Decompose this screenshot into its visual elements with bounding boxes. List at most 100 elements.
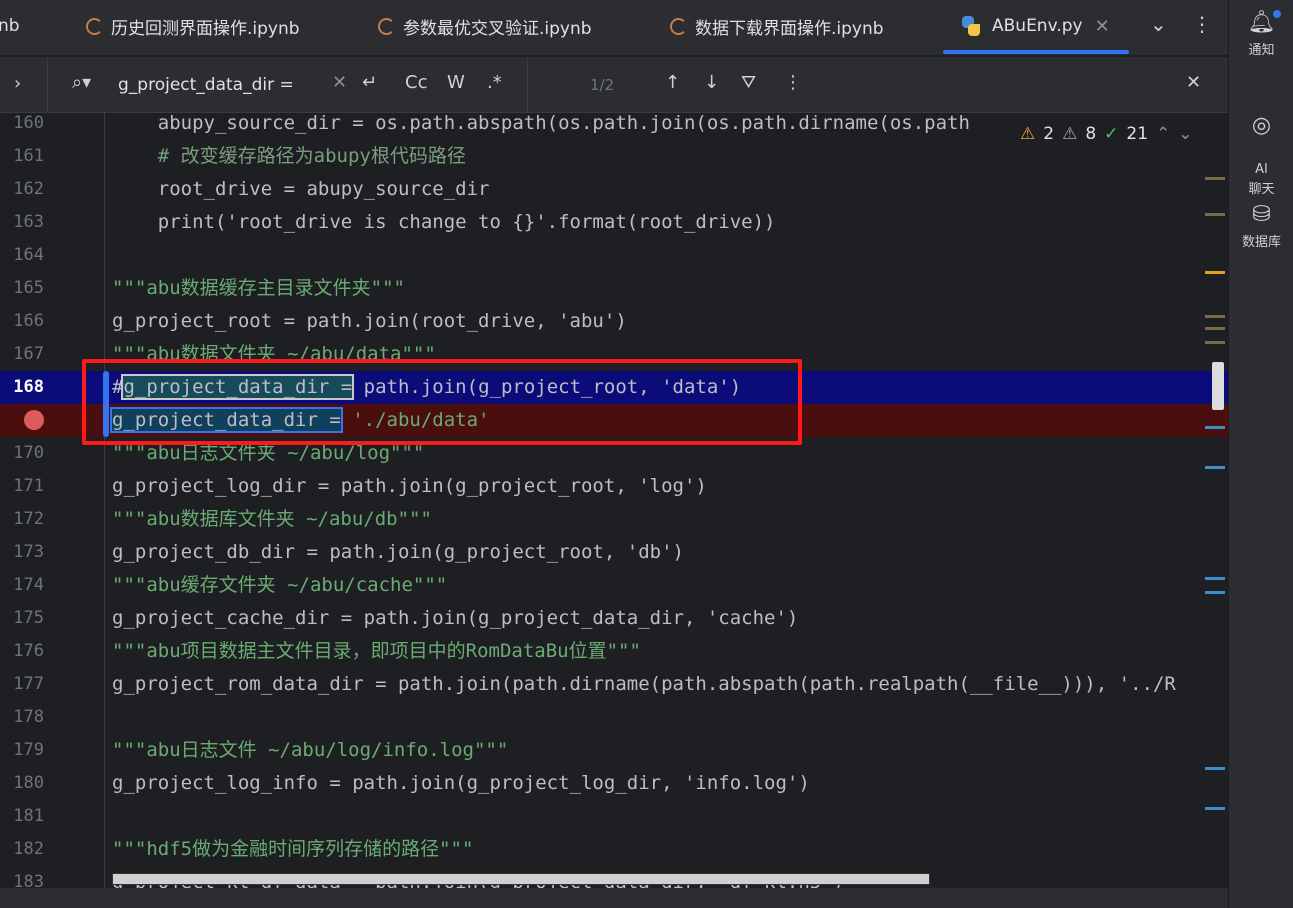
find-bar: › ⌕▾ ✕ ↵ Cc W .* 1/2 ↑ ↓ ⛛ ⋮ ✕ — [0, 57, 1228, 113]
line-number[interactable]: 175 — [0, 602, 44, 635]
code-line[interactable]: 181 — [0, 800, 1228, 833]
code-line[interactable]: 171 g_project_log_dir = path.join(g_proje… — [0, 470, 1228, 503]
tab-history-backtest[interactable]: 历史回测界面操作.ipynb — [86, 0, 300, 52]
line-number[interactable]: 164 — [0, 239, 44, 272]
code-text: root_drive = abupy_source_dir — [112, 178, 490, 200]
line-number[interactable]: 165 — [0, 272, 44, 305]
tab-label: ABuEnv.py — [992, 16, 1083, 36]
tab-label: 参数最优交叉验证.ipynb — [403, 18, 592, 39]
code-line[interactable]: 182 """hdf5做为金融时间序列存储的路径""" — [0, 833, 1228, 866]
line-number[interactable]: 178 — [0, 701, 44, 734]
expand-replace-icon[interactable]: › — [14, 73, 21, 94]
tab-nb[interactable]: nb — [0, 0, 20, 52]
bottom-bar — [0, 888, 1293, 908]
line-number[interactable]: 179 — [0, 734, 44, 767]
clear-search-icon[interactable]: ✕ — [332, 72, 347, 93]
line-number[interactable]: 181 — [0, 800, 44, 833]
notifications-button[interactable]: 🔔︎ 通知 — [1229, 10, 1293, 58]
line-number[interactable]: 176 — [0, 635, 44, 668]
search-input[interactable] — [118, 71, 318, 99]
line-number[interactable]: 160 — [0, 113, 44, 140]
more-options-icon[interactable]: ⋮ — [784, 72, 802, 93]
code-line[interactable]: 178 — [0, 701, 1228, 734]
code-text: """abu数据缓存主目录文件夹""" — [112, 277, 405, 299]
line-number[interactable]: 166 — [0, 305, 44, 338]
search-history-icon[interactable]: ⌕▾ — [72, 72, 91, 93]
code-line[interactable]: 162 root_drive = abupy_source_dir — [0, 173, 1228, 206]
code-line[interactable]: 175 g_project_cache_dir = path.join(g_pro… — [0, 602, 1228, 635]
code-line[interactable]: 163 print('root_drive is change to {}'.f… — [0, 206, 1228, 239]
code-line[interactable]: 180 g_project_log_info = path.join(g_proj… — [0, 767, 1228, 800]
line-number[interactable]: 180 — [0, 767, 44, 800]
code-line[interactable]: 176 """abu项目数据主文件目录，即项目中的RomDataBu位置""" — [0, 635, 1228, 668]
line-number[interactable]: 167 — [0, 338, 44, 371]
code-line[interactable]: 174 """abu缓存文件夹 ~/abu/cache""" — [0, 569, 1228, 602]
code-text: """hdf5做为金融时间序列存储的路径""" — [112, 838, 474, 860]
editor-tab-bar: nb 历史回测界面操作.ipynb 参数最优交叉验证.ipynb 数据下载界面操… — [0, 0, 1228, 56]
whole-words-toggle[interactable]: W — [447, 72, 465, 93]
code-editor[interactable]: 160 abupy_source_dir = os.path.abspath(o… — [0, 113, 1228, 888]
line-number[interactable]: 173 — [0, 536, 44, 569]
line-number[interactable]: 174 — [0, 569, 44, 602]
previous-match-icon[interactable]: ↑ — [665, 72, 680, 93]
code-line[interactable]: 165 """abu数据缓存主目录文件夹""" — [0, 272, 1228, 305]
line-number[interactable]: 183 — [0, 866, 44, 888]
tab-data-download[interactable]: 数据下载界面操作.ipynb — [670, 0, 884, 52]
line-number[interactable]: 161 — [0, 140, 44, 173]
tab-param-cross-validation[interactable]: 参数最优交叉验证.ipynb — [378, 0, 592, 52]
line-number[interactable]: 171 — [0, 470, 44, 503]
next-match-icon[interactable]: ↓ — [704, 72, 719, 93]
scroll-marker — [1205, 213, 1225, 216]
code-line[interactable]: 172 """abu数据库文件夹 ~/abu/db""" — [0, 503, 1228, 536]
tab-label: 数据下载界面操作.ipynb — [695, 18, 884, 39]
warning-icon: ⚠ — [1020, 124, 1036, 144]
rail-label: AI 聊天 — [1248, 162, 1275, 197]
horizontal-scrollbar[interactable] — [112, 873, 930, 885]
scroll-marker — [1205, 577, 1225, 580]
line-number[interactable]: 172 — [0, 503, 44, 536]
code-line[interactable]: 177 g_project_rom_data_dir = path.join(pa… — [0, 668, 1228, 701]
next-problem-icon[interactable]: ⌄ — [1178, 124, 1192, 144]
newline-icon[interactable]: ↵ — [362, 72, 377, 93]
rail-label: 通知 — [1248, 43, 1275, 58]
tab-label: nb — [0, 16, 20, 36]
scroll-marker — [1205, 177, 1225, 180]
code-text: g_project_log_info = path.join(g_project… — [112, 772, 810, 794]
previous-problem-icon[interactable]: ⌃ — [1156, 124, 1170, 144]
breakpoint-icon[interactable] — [24, 410, 44, 430]
line-number[interactable]: 163 — [0, 206, 44, 239]
code-text: # 改变缓存路径为abupy根代码路径 — [112, 145, 466, 167]
code-line[interactable]: 166 g_project_root = path.join(root_drive… — [0, 305, 1228, 338]
more-options-icon[interactable]: ⋮ — [1192, 12, 1212, 36]
ai-chat-button[interactable]: ◎ AI 聊天 — [1229, 96, 1293, 200]
line-number[interactable]: 170 — [0, 437, 44, 470]
filter-icon[interactable]: ⛛ — [741, 72, 756, 93]
inspection-widget[interactable]: ⚠ 2 ⚠ 8 ✓ 21 ⌃ ⌄ — [1014, 119, 1207, 149]
highlight-annotation-box — [82, 359, 802, 445]
typo-icon: ✓ — [1104, 124, 1119, 144]
line-number[interactable]: 168 — [0, 371, 44, 404]
close-tab-icon[interactable]: ✕ — [1095, 16, 1110, 37]
scroll-marker — [1205, 341, 1225, 344]
weak-warning-icon: ⚠ — [1062, 124, 1078, 144]
rail-label: 数据库 — [1241, 235, 1281, 250]
scroll-marker — [1205, 466, 1225, 469]
code-line[interactable]: 164 — [0, 239, 1228, 272]
code-line[interactable]: 179 """abu日志文件 ~/abu/log/info.log""" — [0, 734, 1228, 767]
match-case-toggle[interactable]: Cc — [405, 72, 427, 93]
line-number[interactable]: 177 — [0, 668, 44, 701]
chevron-down-icon[interactable]: ⌄ — [1150, 12, 1167, 36]
regex-toggle[interactable]: .* — [487, 72, 502, 93]
vertical-scrollbar-thumb[interactable] — [1212, 362, 1224, 410]
code-line[interactable]: 173 g_project_db_dir = path.join(g_projec… — [0, 536, 1228, 569]
tab-abuenv[interactable]: ABuEnv.py ✕ — [960, 0, 1110, 52]
python-file-icon — [960, 15, 982, 37]
scroll-marker — [1205, 767, 1225, 770]
database-button[interactable]: ⛁ 数据库 — [1229, 202, 1293, 250]
close-find-icon[interactable]: ✕ — [1186, 72, 1201, 93]
code-text: abupy_source_dir = os.path.abspath(os.pa… — [112, 113, 970, 134]
active-tab-indicator — [943, 50, 1129, 54]
code-text: """abu日志文件 ~/abu/log/info.log""" — [112, 739, 509, 761]
line-number[interactable]: 182 — [0, 833, 44, 866]
line-number[interactable]: 162 — [0, 173, 44, 206]
